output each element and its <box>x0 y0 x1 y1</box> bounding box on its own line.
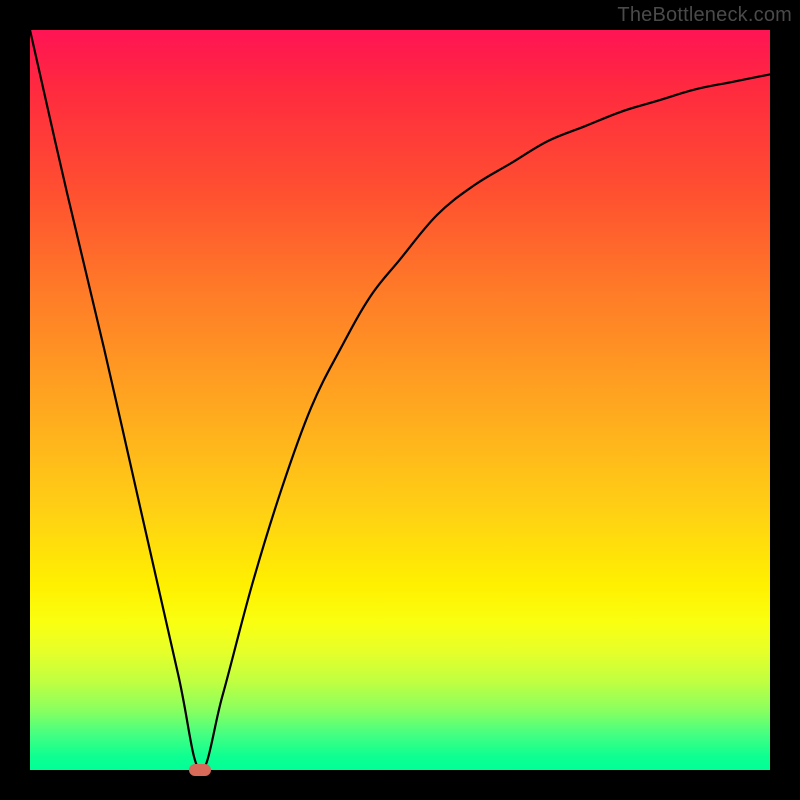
optimum-marker <box>189 764 211 776</box>
chart-frame: TheBottleneck.com <box>0 0 800 800</box>
plot-area <box>30 30 770 770</box>
bottleneck-curve <box>30 30 770 770</box>
watermark-text: TheBottleneck.com <box>617 4 792 27</box>
